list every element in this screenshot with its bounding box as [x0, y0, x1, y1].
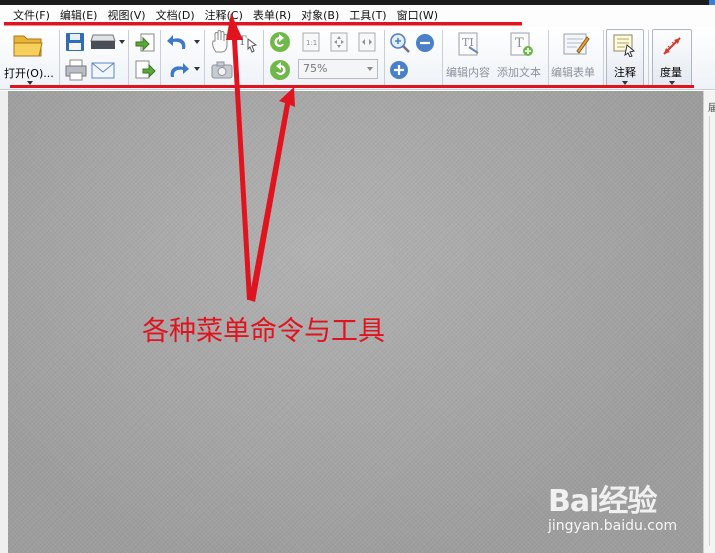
separator [442, 30, 443, 86]
undo-icon[interactable] [165, 32, 191, 52]
zoom-select[interactable]: 75% [298, 59, 378, 79]
menu-view[interactable]: 视图(V) [102, 5, 150, 27]
separator [160, 30, 161, 86]
separator [384, 30, 385, 86]
menu-edit[interactable]: 编辑(E) [55, 5, 103, 27]
menu-tools[interactable]: 工具(T) [344, 5, 391, 27]
zoom-in-icon[interactable] [388, 31, 412, 55]
measure-label: 度量 [660, 66, 682, 79]
svg-text:1:1: 1:1 [306, 39, 317, 47]
separator [59, 30, 60, 86]
right-panel-edge-text: 届 [708, 103, 715, 114]
watermark-site: jingyan.baidu.com [548, 518, 678, 534]
separator [648, 30, 649, 86]
edit-form-icon [563, 33, 590, 55]
measure-icon [663, 37, 681, 55]
right-panel-divider [709, 116, 710, 546]
annotation-caption: 各种菜单命令与工具 [142, 316, 385, 347]
separator [263, 30, 264, 86]
menu-object[interactable]: 对象(B) [296, 5, 344, 27]
menu-form[interactable]: 表单(R) [248, 5, 296, 27]
snapshot-icon[interactable] [210, 60, 234, 80]
zoom-out-icon[interactable] [414, 32, 436, 54]
select-text-icon[interactable]: T [235, 31, 259, 53]
export-icon[interactable] [134, 59, 156, 81]
left-panel-gap [0, 91, 8, 553]
zoom-dropdown-arrow [367, 67, 373, 71]
measure-button[interactable]: 度量 [652, 29, 692, 87]
edit-content-button[interactable]: TI 编辑内容 [445, 29, 495, 85]
separator [603, 30, 604, 86]
open-dropdown-arrow [27, 81, 33, 85]
redo-dropdown-arrow[interactable] [194, 67, 200, 71]
open-button[interactable]: 打开(O)... [3, 29, 57, 87]
add-text-label: 添加文本 [497, 66, 541, 79]
email-icon[interactable] [91, 60, 115, 80]
watermark-logo: Bai经验 [548, 484, 657, 519]
rotate-left-icon[interactable] [268, 30, 292, 54]
undo-dropdown-arrow[interactable] [194, 40, 200, 44]
add-text-icon: T [510, 32, 533, 56]
rotate-right-icon[interactable] [268, 58, 292, 82]
separator [128, 30, 129, 86]
zoom-value: 75% [303, 62, 328, 75]
edit-content-icon: TI [458, 32, 479, 56]
separator [548, 30, 549, 86]
add-text-button[interactable]: T 添加文本 [496, 29, 546, 85]
print-icon[interactable] [64, 58, 88, 82]
open-label: 打开(O)... [4, 67, 54, 80]
save-icon[interactable] [64, 31, 86, 53]
folder-open-icon [13, 35, 43, 57]
main-toolbar: 打开(O)... T 1:1 75% TI 编辑内容 T 添加文本 编辑表单 注… [0, 27, 715, 90]
svg-text:T: T [515, 36, 524, 51]
fit-width-icon[interactable] [356, 31, 378, 53]
svg-text:T: T [238, 34, 247, 49]
hand-icon[interactable] [210, 30, 232, 54]
menu-file[interactable]: 文件(F) [8, 5, 55, 27]
measure-dropdown-arrow [669, 81, 675, 85]
fit-page-icon[interactable] [328, 31, 350, 53]
import-icon[interactable] [134, 32, 156, 54]
menu-bar: 文件(F) 编辑(E) 视图(V) 文档(D) 注释(C) 表单(R) 对象(B… [0, 5, 715, 27]
redo-icon[interactable] [165, 60, 191, 80]
scanner-dropdown-arrow[interactable] [119, 40, 125, 44]
watermark: Bai经验 jingyan.baidu.com [548, 476, 708, 546]
edit-form-label: 编辑表单 [551, 66, 595, 79]
comment-icon [613, 34, 636, 57]
comment-dropdown-arrow [622, 81, 628, 85]
comment-label: 注释 [614, 66, 636, 79]
menu-document[interactable]: 文档(D) [151, 5, 200, 27]
svg-text:TI: TI [462, 36, 474, 49]
comment-button[interactable]: 注释 [606, 29, 644, 87]
scanner-icon[interactable] [90, 32, 116, 52]
menu-comment[interactable]: 注释(C) [200, 5, 248, 27]
actual-size-icon[interactable]: 1:1 [300, 31, 322, 53]
edit-content-label: 编辑内容 [446, 66, 490, 79]
zoom-plus-icon[interactable] [388, 59, 410, 81]
menu-window[interactable]: 窗口(W) [392, 5, 443, 27]
separator [204, 30, 205, 86]
edit-form-button[interactable]: 编辑表单 [550, 29, 602, 85]
